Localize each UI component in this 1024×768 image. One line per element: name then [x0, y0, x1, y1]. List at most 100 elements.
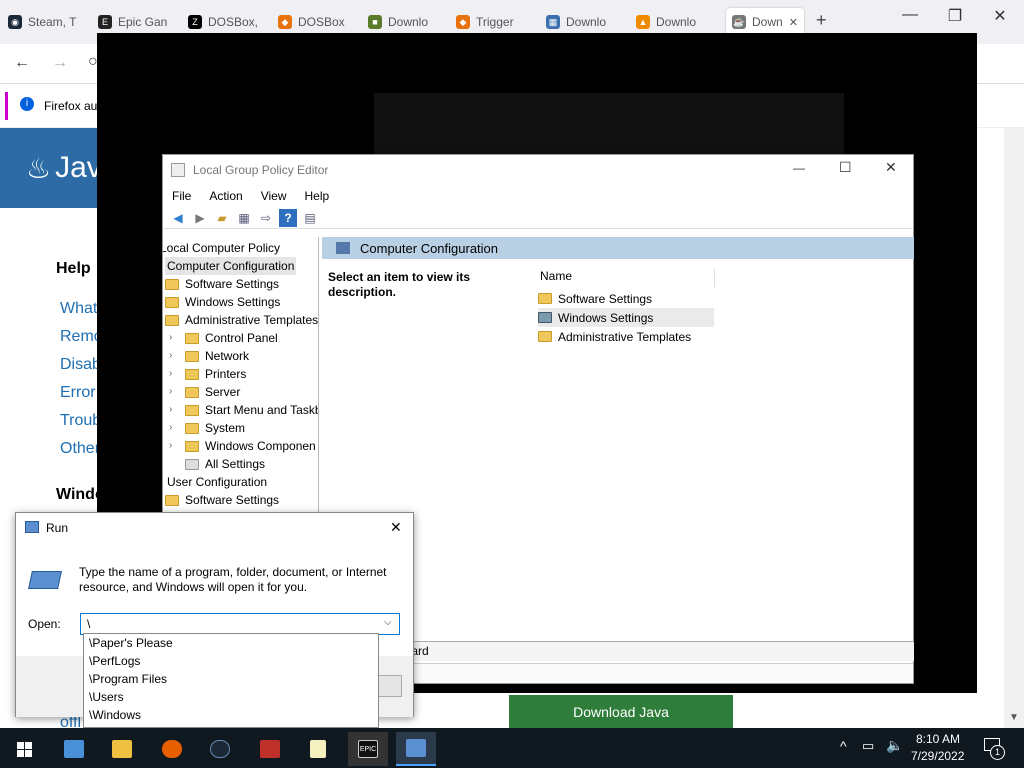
taskbar-file-explorer-icon[interactable]: [102, 732, 142, 766]
close-window-icon[interactable]: ✕: [980, 6, 1020, 26]
show-hide-tree-icon[interactable]: ▦: [235, 209, 253, 227]
tree-admin-child[interactable]: › Windows Componen: [169, 437, 316, 455]
help-link[interactable]: Error: [60, 384, 96, 402]
tree-user-software-settings[interactable]: Software Settings: [165, 491, 279, 509]
browser-tab[interactable]: ▲ Downlo: [636, 8, 710, 36]
restore-icon[interactable]: ❐: [935, 6, 975, 26]
browser-tab[interactable]: ■ Downlo: [368, 8, 442, 36]
tree-admin-child[interactable]: › System: [169, 419, 245, 437]
tree-admin-child[interactable]: All Settings: [169, 455, 265, 473]
back-arrow-icon[interactable]: ◀: [169, 209, 187, 227]
run-open-input[interactable]: [80, 613, 400, 635]
help-link[interactable]: Disab: [60, 356, 101, 374]
taskbar-steam-icon[interactable]: [200, 732, 240, 766]
tree-admin-child[interactable]: › Start Menu and Taskb: [169, 401, 318, 419]
export-list-icon[interactable]: ⇨: [257, 209, 275, 227]
tree-admin-child[interactable]: › Server: [169, 383, 240, 401]
taskbar-notepad-icon[interactable]: [298, 732, 338, 766]
folder-icon: [165, 494, 179, 506]
volume-icon[interactable]: 🔈: [886, 737, 903, 754]
tab-label: Downlo: [566, 15, 607, 29]
start-button[interactable]: [4, 732, 44, 766]
taskbar-firefox-icon[interactable]: [152, 732, 192, 766]
properties-icon[interactable]: ▤: [301, 209, 319, 227]
menu-item-view[interactable]: View: [252, 189, 296, 203]
details-list-item[interactable]: Windows Settings: [538, 308, 714, 327]
forward-icon[interactable]: →: [52, 54, 68, 72]
chevron-right-icon[interactable]: ›: [169, 419, 181, 437]
tree-root[interactable]: Local Computer Policy: [163, 239, 280, 257]
folder-icon: [165, 278, 179, 290]
autocomplete-item[interactable]: \Paper's Please: [84, 634, 378, 652]
tab-label: Epic Gan: [118, 15, 168, 29]
chevron-right-icon[interactable]: ›: [169, 401, 181, 419]
scrollbar-track[interactable]: [1004, 128, 1024, 728]
tree-admin-child[interactable]: › Network: [169, 347, 249, 365]
menu-item-action[interactable]: Action: [200, 189, 251, 203]
scroll-down-icon[interactable]: ▼: [1009, 712, 1019, 723]
gpedit-close-icon[interactable]: ✕: [885, 159, 897, 176]
gpedit-titlebar: Local Group Policy Editor — ☐ ✕: [163, 155, 913, 185]
help-link[interactable]: What: [60, 300, 97, 318]
clock-time[interactable]: 8:10 AM: [916, 732, 960, 746]
tree-administrative-templates[interactable]: Administrative Templates: [165, 311, 318, 329]
tree-windows-settings[interactable]: Windows Settings: [165, 293, 280, 311]
help-link[interactable]: Other: [60, 440, 100, 458]
chevron-right-icon[interactable]: ›: [169, 365, 181, 383]
tree-computer-configuration[interactable]: Computer Configuration: [165, 257, 297, 275]
browser-tab[interactable]: ☕ Down ✕: [726, 8, 804, 36]
gpedit-minimize-icon[interactable]: —: [793, 161, 805, 175]
folder-icon: [165, 296, 179, 308]
taskbar-epic-games-icon[interactable]: EPIC: [348, 732, 388, 766]
java-banner: ♨ Jav: [0, 128, 98, 208]
new-tab-button[interactable]: +: [816, 10, 827, 31]
taskbar-game-icon[interactable]: [250, 732, 290, 766]
chevron-right-icon[interactable]: ›: [169, 437, 181, 455]
autocomplete-item[interactable]: \PerfLogs: [84, 652, 378, 670]
tree-admin-child[interactable]: › Control Panel: [169, 329, 278, 347]
menu-item-file[interactable]: File: [163, 189, 200, 203]
browser-tab[interactable]: ◉ Steam, T: [8, 8, 82, 36]
details-list-item[interactable]: Software Settings: [538, 289, 652, 308]
browser-tab[interactable]: E Epic Gan: [98, 8, 172, 36]
browser-tab[interactable]: ◆ Trigger: [456, 8, 530, 36]
forward-arrow-icon[interactable]: ▶: [191, 209, 209, 227]
policy-icon: [336, 242, 350, 254]
tab-favicon-icon: Z: [188, 15, 202, 29]
menu-item-help[interactable]: Help: [296, 189, 339, 203]
dropdown-chevron-icon[interactable]: ⌵: [384, 617, 392, 628]
windows-taskbar: EPIC ^ ▭ 🔈 8:10 AM 7/29/2022 1: [0, 728, 1024, 768]
taskbar-run-icon[interactable]: [396, 732, 436, 766]
tab-label: DOSBox,: [208, 15, 259, 29]
up-folder-icon[interactable]: ▰: [213, 209, 231, 227]
clock-date[interactable]: 7/29/2022: [911, 749, 964, 763]
chevron-right-icon[interactable]: ›: [169, 329, 181, 347]
tab-favicon-icon: ■: [368, 15, 382, 29]
tree-software-settings[interactable]: Software Settings: [165, 275, 279, 293]
autocomplete-item[interactable]: \Program Files: [84, 670, 378, 688]
gpedit-menu-bar: File Action View Help: [163, 185, 913, 207]
autocomplete-item[interactable]: \Windows: [84, 706, 378, 724]
autocomplete-item[interactable]: \Users: [84, 688, 378, 706]
details-list-item[interactable]: Administrative Templates: [538, 327, 691, 346]
gpedit-maximize-icon[interactable]: ☐: [839, 159, 852, 176]
browser-tab[interactable]: Z DOSBox,: [188, 8, 262, 36]
run-close-icon[interactable]: ✕: [390, 519, 402, 536]
network-icon[interactable]: ▭: [862, 738, 874, 754]
chevron-right-icon[interactable]: ›: [169, 347, 181, 365]
chevron-right-icon[interactable]: ›: [169, 383, 181, 401]
tab-label: Trigger: [476, 15, 514, 29]
help-icon[interactable]: ?: [279, 208, 297, 227]
back-icon[interactable]: ←: [14, 54, 30, 72]
browser-tab[interactable]: ▦ Downlo: [546, 8, 620, 36]
name-column-header[interactable]: Name: [540, 269, 715, 287]
download-java-button[interactable]: Download Java: [509, 695, 733, 729]
tree-admin-child[interactable]: › Printers: [169, 365, 246, 383]
tab-close-icon[interactable]: ✕: [789, 16, 798, 29]
taskbar-control-panel-icon[interactable]: [54, 732, 94, 766]
tray-chevron-icon[interactable]: ^: [840, 738, 847, 754]
minimize-icon[interactable]: —: [890, 6, 930, 24]
tree-user-configuration[interactable]: User Configuration: [167, 473, 267, 491]
browser-tab[interactable]: ◆ DOSBox: [278, 8, 352, 36]
help-link[interactable]: Troub: [60, 412, 101, 430]
